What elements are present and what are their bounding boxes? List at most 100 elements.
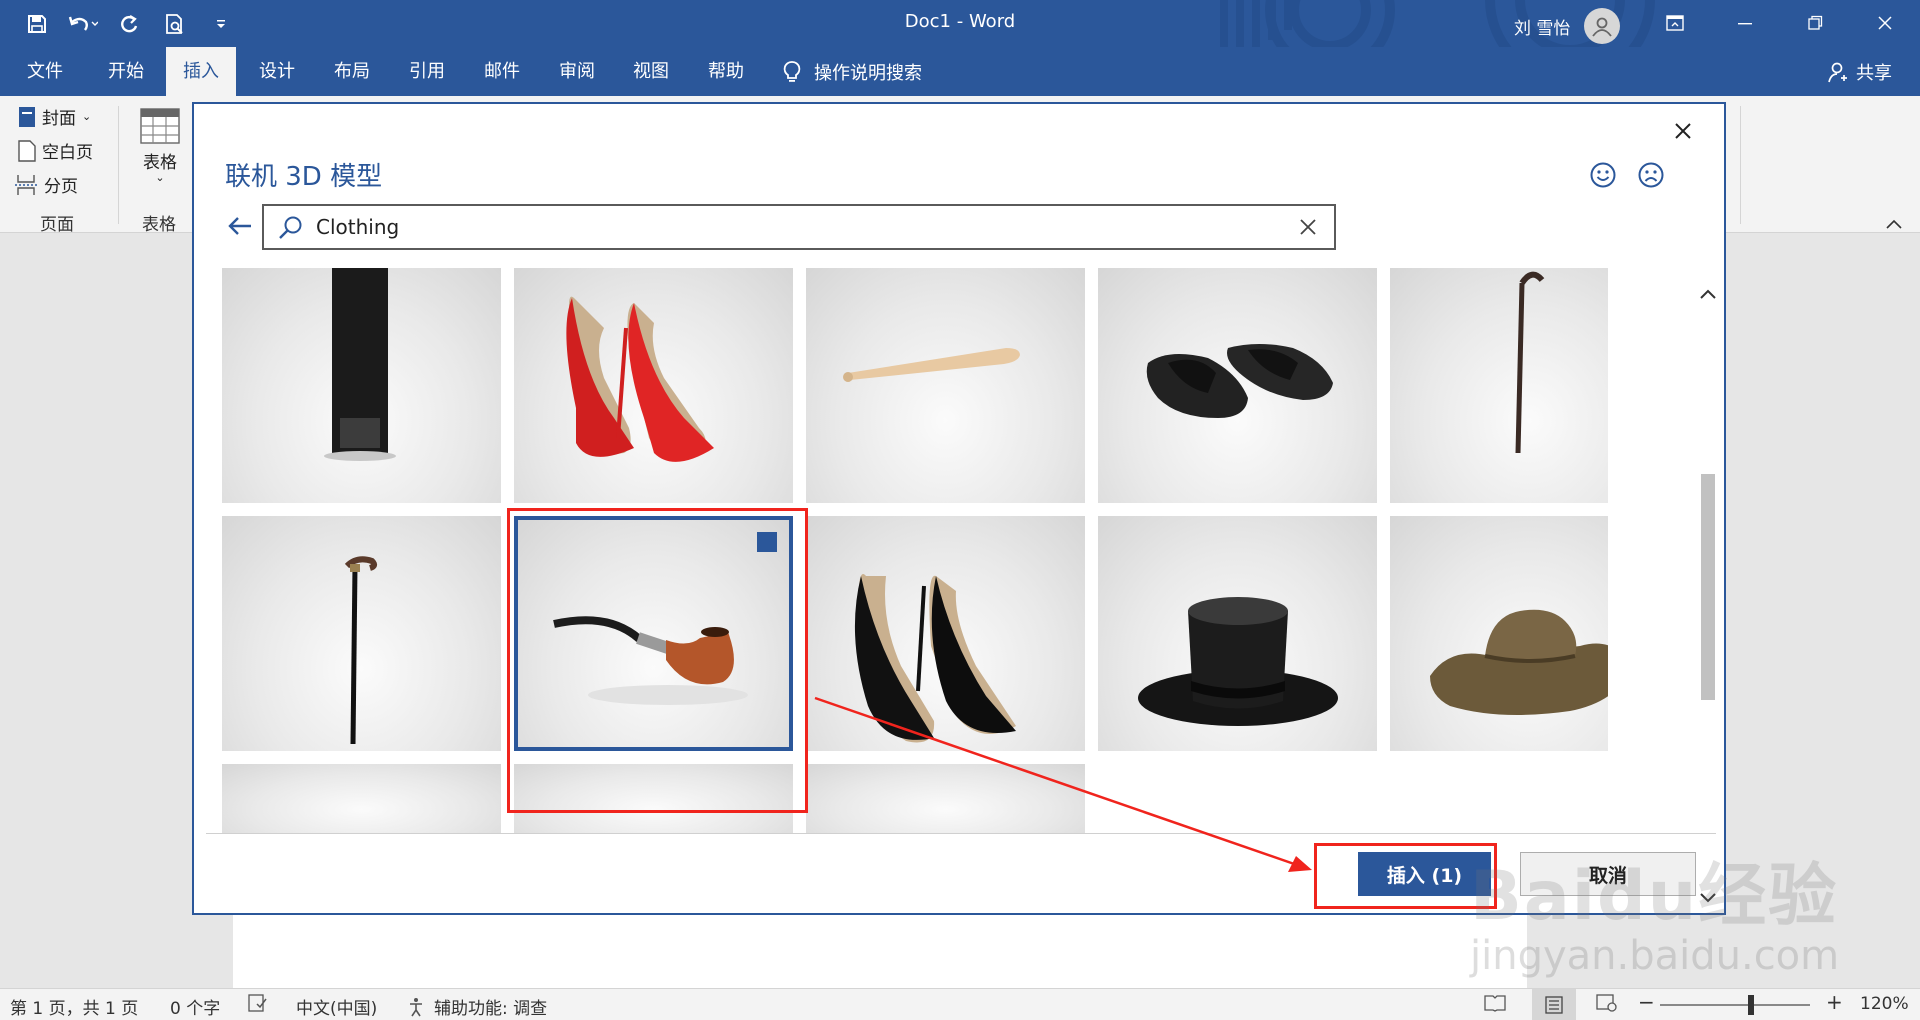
model-tile-mirror[interactable] bbox=[222, 268, 501, 503]
proofing-status[interactable] bbox=[248, 994, 268, 1012]
share-label: 共享 bbox=[1856, 62, 1892, 84]
print-preview-icon[interactable] bbox=[160, 10, 190, 38]
restore-icon[interactable] bbox=[1780, 0, 1850, 46]
chevron-down-icon: ⌄ bbox=[155, 171, 165, 184]
window-controls bbox=[1640, 0, 1920, 46]
blank-page-icon bbox=[18, 139, 36, 162]
model-tile-slippers[interactable] bbox=[1098, 268, 1377, 503]
scroll-up-icon[interactable] bbox=[1698, 284, 1718, 304]
tab-layout[interactable]: 布局 bbox=[317, 47, 387, 96]
page-break-button[interactable]: 分页 bbox=[14, 172, 78, 197]
model-tile-partial[interactable] bbox=[222, 764, 501, 834]
model-tile-derby-cane[interactable] bbox=[222, 516, 501, 751]
clear-search-icon[interactable] bbox=[1296, 215, 1320, 239]
model-tile-red-high-heels[interactable] bbox=[514, 268, 793, 503]
zoom-in-icon[interactable]: + bbox=[1826, 990, 1843, 1014]
customize-qat-icon[interactable] bbox=[206, 10, 236, 38]
web-layout-icon[interactable] bbox=[1596, 994, 1618, 1012]
group-divider bbox=[118, 106, 119, 224]
minimize-icon[interactable] bbox=[1710, 0, 1780, 46]
collapse-ribbon-icon[interactable] bbox=[1886, 214, 1902, 233]
ribbon-display-options-icon[interactable] bbox=[1640, 0, 1710, 46]
table-group-label: 表格 bbox=[142, 215, 176, 235]
cover-page-icon bbox=[19, 106, 35, 127]
print-layout-icon[interactable] bbox=[1532, 989, 1576, 1020]
table-button[interactable]: 表格 ⌄ bbox=[140, 108, 180, 184]
tab-insert[interactable]: 插入 bbox=[166, 47, 236, 96]
redo-icon[interactable] bbox=[114, 10, 144, 38]
model-tile-partial[interactable] bbox=[806, 764, 1085, 834]
page-count[interactable]: 第 1 页，共 1 页 bbox=[10, 994, 138, 1019]
tab-review[interactable]: 审阅 bbox=[542, 47, 612, 96]
accessibility-status[interactable]: 辅助功能: 调查 bbox=[408, 994, 547, 1019]
status-bar: 第 1 页，共 1 页 0 个字 中文(中国) 辅助功能: 调查 − + 120… bbox=[0, 988, 1920, 1020]
zoom-level[interactable]: 120% bbox=[1860, 994, 1909, 1014]
online-3d-models-dialog: 联机 3D 模型 Clothing 插入 (1) 取消 bbox=[192, 102, 1726, 915]
model-results-grid bbox=[222, 268, 1608, 834]
tab-mailings[interactable]: 邮件 bbox=[467, 47, 537, 96]
zoom-slider[interactable] bbox=[1660, 1004, 1810, 1006]
pages-group-label: 页面 bbox=[40, 215, 74, 235]
blank-page-button[interactable]: 空白页 bbox=[18, 138, 93, 163]
back-arrow-icon[interactable] bbox=[224, 210, 256, 242]
quick-access-toolbar bbox=[22, 10, 236, 38]
cancel-button[interactable]: 取消 bbox=[1520, 852, 1696, 896]
tab-help[interactable]: 帮助 bbox=[691, 47, 761, 96]
tab-design[interactable]: 设计 bbox=[242, 47, 312, 96]
read-mode-icon[interactable] bbox=[1484, 994, 1506, 1012]
save-icon[interactable] bbox=[22, 10, 52, 38]
tab-view[interactable]: 视图 bbox=[616, 47, 686, 96]
model-tile-partial[interactable] bbox=[514, 764, 793, 834]
share-button[interactable]: 共享 bbox=[1828, 47, 1892, 96]
dialog-title: 联机 3D 模型 bbox=[225, 162, 383, 192]
model-tile-baseball-bat[interactable] bbox=[806, 268, 1085, 503]
close-window-icon[interactable] bbox=[1850, 0, 1920, 46]
undo-icon[interactable] bbox=[68, 10, 98, 38]
zoom-slider-thumb[interactable] bbox=[1748, 995, 1754, 1015]
language[interactable]: 中文(中国) bbox=[296, 994, 377, 1019]
scroll-down-icon[interactable] bbox=[1698, 888, 1718, 908]
results-scrollbar[interactable] bbox=[1696, 268, 1720, 903]
zoom-out-icon[interactable]: − bbox=[1638, 990, 1655, 1014]
tab-home[interactable]: 开始 bbox=[91, 47, 161, 96]
table-icon bbox=[140, 108, 180, 144]
model-tile-top-hat[interactable] bbox=[1098, 516, 1377, 751]
search-box bbox=[262, 204, 1336, 250]
user-name: 刘 雪怡 bbox=[1514, 18, 1571, 39]
tell-me-label: 操作说明搜索 bbox=[814, 62, 922, 84]
smile-feedback-icon[interactable] bbox=[1588, 160, 1618, 190]
chevron-down-icon: ⌄ bbox=[82, 110, 92, 123]
tab-file[interactable]: 文件 bbox=[10, 47, 80, 96]
search-input[interactable] bbox=[316, 215, 1266, 239]
model-tile-walking-cane[interactable] bbox=[1390, 268, 1608, 503]
model-tile-black-high-heels[interactable] bbox=[806, 516, 1085, 751]
frown-feedback-icon[interactable] bbox=[1636, 160, 1666, 190]
cover-page-button[interactable]: 封面 ⌄ bbox=[18, 104, 91, 129]
lightbulb-icon bbox=[783, 60, 801, 82]
tab-references[interactable]: 引用 bbox=[392, 47, 462, 96]
tell-me-search[interactable]: 操作说明搜索 bbox=[782, 47, 922, 96]
group-divider bbox=[1740, 106, 1741, 224]
avatar[interactable] bbox=[1584, 8, 1621, 44]
user-account[interactable]: 刘 雪怡 bbox=[1514, 8, 1621, 44]
page-break-label: 分页 bbox=[44, 177, 78, 197]
blank-page-label: 空白页 bbox=[42, 143, 93, 163]
close-icon[interactable] bbox=[1668, 116, 1698, 146]
model-tile-cowboy-hat[interactable] bbox=[1390, 516, 1608, 751]
insert-button[interactable]: 插入 (1) bbox=[1358, 852, 1491, 896]
ribbon-tabs: 文件 开始 插入 设计 布局 引用 邮件 审阅 视图 帮助 操作说明搜索 共享 bbox=[0, 47, 1920, 96]
dialog-divider bbox=[206, 833, 1716, 834]
search-icon bbox=[278, 215, 304, 245]
page-break-icon bbox=[15, 174, 37, 195]
cover-page-label: 封面 bbox=[42, 109, 76, 129]
proofing-icon bbox=[248, 994, 267, 1012]
title-bar: Doc1 - Word 刘 雪怡 bbox=[0, 0, 1920, 85]
table-label: 表格 bbox=[143, 153, 177, 173]
selected-checkmark-icon[interactable] bbox=[757, 532, 777, 552]
word-count[interactable]: 0 个字 bbox=[170, 994, 220, 1019]
accessibility-label: 辅助功能: 调查 bbox=[434, 999, 548, 1019]
share-person-icon bbox=[1828, 62, 1847, 82]
accessibility-icon bbox=[410, 997, 422, 1016]
model-tile-tobacco-pipe[interactable] bbox=[514, 516, 793, 751]
scroll-thumb[interactable] bbox=[1701, 474, 1715, 700]
